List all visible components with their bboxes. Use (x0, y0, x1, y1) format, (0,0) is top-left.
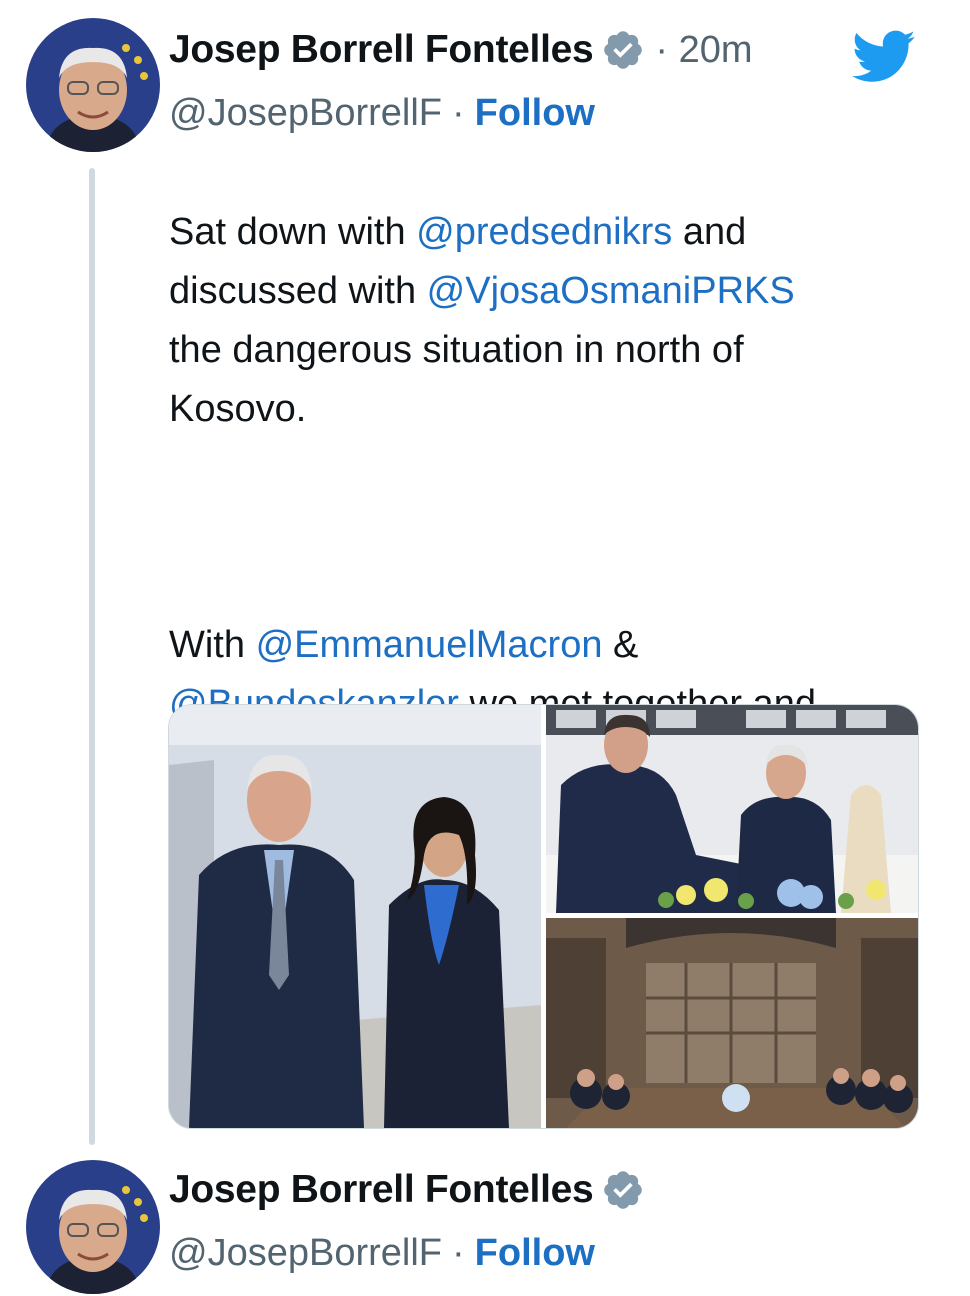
author-name[interactable]: Josep Borrell Fontelles (169, 28, 594, 72)
tweet-media-grid (168, 704, 919, 1129)
follow-button[interactable]: Follow (475, 92, 595, 135)
verified-badge-icon (604, 31, 643, 69)
mention-link[interactable]: @VjosaOsmaniPRKS (427, 270, 795, 312)
author-handle-row: @JosepBorrellF · Follow (169, 1232, 595, 1275)
tweet-paragraph: Sat down with @predsednikrs and discusse… (169, 203, 949, 439)
tweet-text-run: & (613, 624, 639, 666)
author-handle-row: @JosepBorrellF · Follow (169, 92, 595, 135)
tweet-text-run: With (169, 624, 256, 666)
author-name[interactable]: Josep Borrell Fontelles (169, 1168, 594, 1212)
verified-badge-icon (604, 1171, 643, 1209)
tweet-text-run: the dangerous situation in north of Koso… (169, 329, 744, 430)
twitter-bird-icon[interactable] (852, 30, 916, 84)
media-photo-3[interactable] (546, 918, 918, 1128)
thread-connector-line (89, 168, 95, 1145)
mention-link[interactable]: @predsednikrs (416, 211, 672, 253)
author-handle[interactable]: @JosepBorrellF (169, 1232, 442, 1275)
author-avatar[interactable] (26, 18, 160, 152)
tweet-text-run: Sat down with (169, 211, 417, 253)
media-photo-2[interactable] (546, 705, 918, 913)
author-name-row: Josep Borrell Fontelles (169, 1168, 645, 1212)
tweet-timestamp[interactable]: · 20m (655, 29, 752, 72)
author-name-row: Josep Borrell Fontelles · 20m (169, 28, 753, 72)
separator-dot: · (452, 1232, 465, 1274)
mention-link[interactable]: @EmmanuelMacron (256, 624, 603, 666)
author-handle[interactable]: @JosepBorrellF (169, 92, 442, 135)
author-avatar[interactable] (26, 1160, 160, 1294)
follow-button[interactable]: Follow (475, 1232, 595, 1275)
media-photo-1[interactable] (169, 705, 541, 1128)
separator-dot: · (452, 92, 465, 134)
